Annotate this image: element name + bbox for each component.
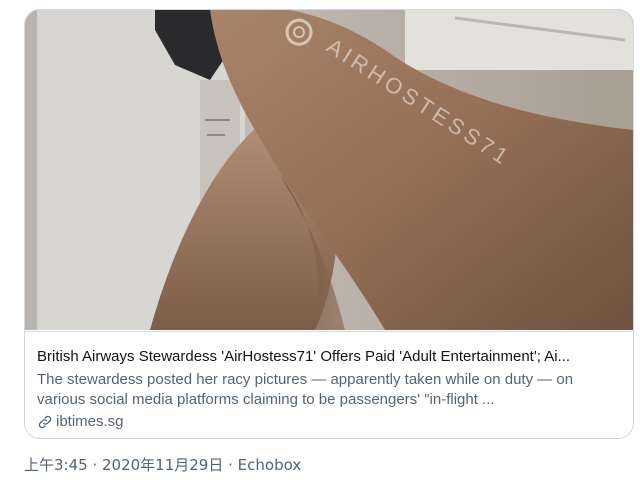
meta-separator: · <box>223 456 238 474</box>
card-domain: ibtimes.sg <box>37 412 621 432</box>
card-body[interactable]: British Airways Stewardess 'AirHostess71… <box>25 331 633 438</box>
card-title: British Airways Stewardess 'AirHostess71… <box>37 348 571 365</box>
tweet-source: Echobox <box>237 456 302 474</box>
tweet-time[interactable]: 上午3:45 <box>24 456 88 474</box>
meta-separator: · <box>87 456 102 474</box>
card-photo: AIRHOSTESS71 <box>25 10 633 330</box>
link-icon <box>37 414 53 430</box>
card-image[interactable]: AIRHOSTESS71 <box>25 10 633 330</box>
link-preview-card[interactable]: AIRHOSTESS71 British Airways Stewardess … <box>24 9 634 439</box>
tweet-date[interactable]: 2020年11月29日 <box>102 456 223 474</box>
tweet-meta: 上午3:45 · 2020年11月29日 · Echobox <box>24 455 301 475</box>
card-description: The stewardess posted her racy pictures … <box>37 371 574 408</box>
card-domain-label: ibtimes.sg <box>56 413 124 430</box>
